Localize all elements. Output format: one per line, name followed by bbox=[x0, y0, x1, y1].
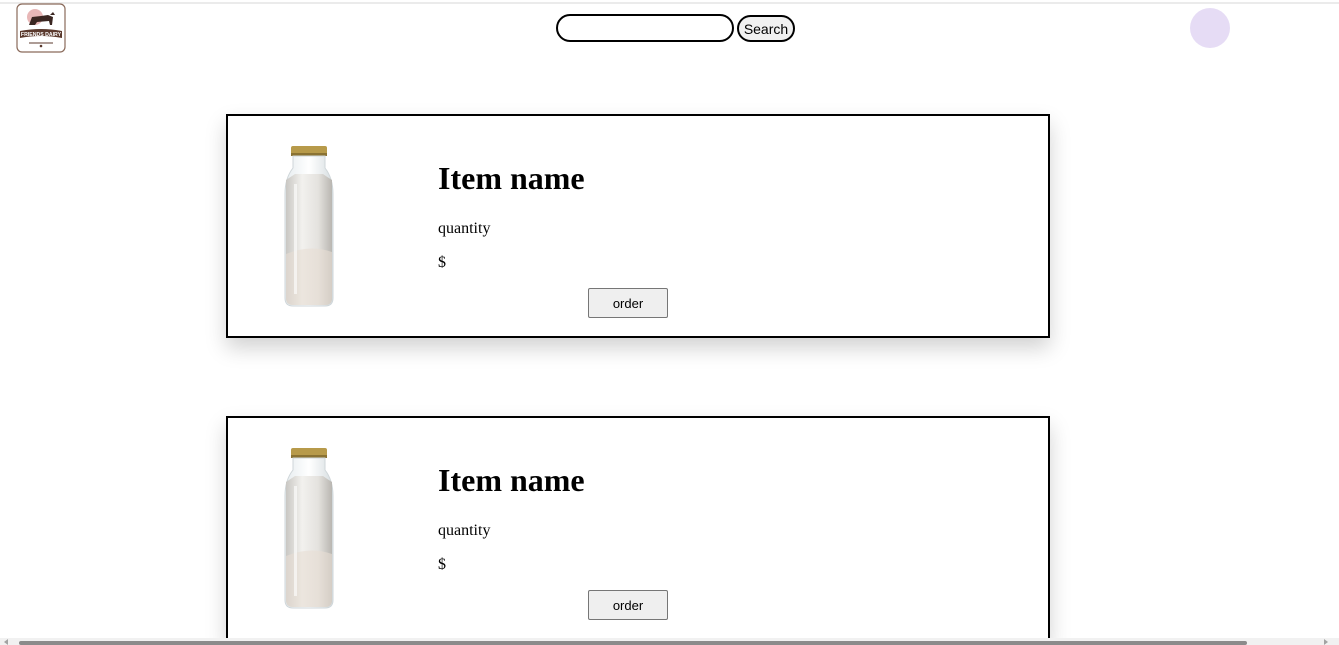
item-price: $ bbox=[438, 556, 446, 573]
horizontal-scrollbar[interactable] bbox=[0, 638, 1339, 645]
search-button[interactable]: Search bbox=[737, 15, 795, 42]
product-card: Item name quantity $ order bbox=[226, 114, 1050, 338]
milk-bottle-image bbox=[284, 146, 334, 307]
product-card: Item name quantity $ order bbox=[226, 416, 1050, 640]
order-button[interactable]: order bbox=[588, 590, 668, 620]
top-border bbox=[0, 2, 1339, 4]
search-input[interactable] bbox=[556, 14, 734, 42]
scroll-left-arrow-icon[interactable] bbox=[4, 639, 8, 645]
scrollbar-thumb[interactable] bbox=[19, 641, 1247, 645]
milk-bottle-image bbox=[284, 448, 334, 609]
item-name: Item name bbox=[438, 160, 585, 196]
friends-dairy-logo[interactable]: FRIENDS DAIRY bbox=[15, 3, 67, 53]
logo-text: FRIENDS DAIRY bbox=[21, 32, 62, 38]
order-button[interactable]: order bbox=[588, 288, 668, 318]
avatar[interactable] bbox=[1190, 8, 1230, 48]
item-quantity: quantity bbox=[438, 220, 491, 237]
item-price: $ bbox=[438, 254, 446, 271]
scroll-right-arrow-icon[interactable] bbox=[1324, 639, 1328, 645]
item-quantity: quantity bbox=[438, 522, 491, 539]
item-name: Item name bbox=[438, 462, 585, 498]
